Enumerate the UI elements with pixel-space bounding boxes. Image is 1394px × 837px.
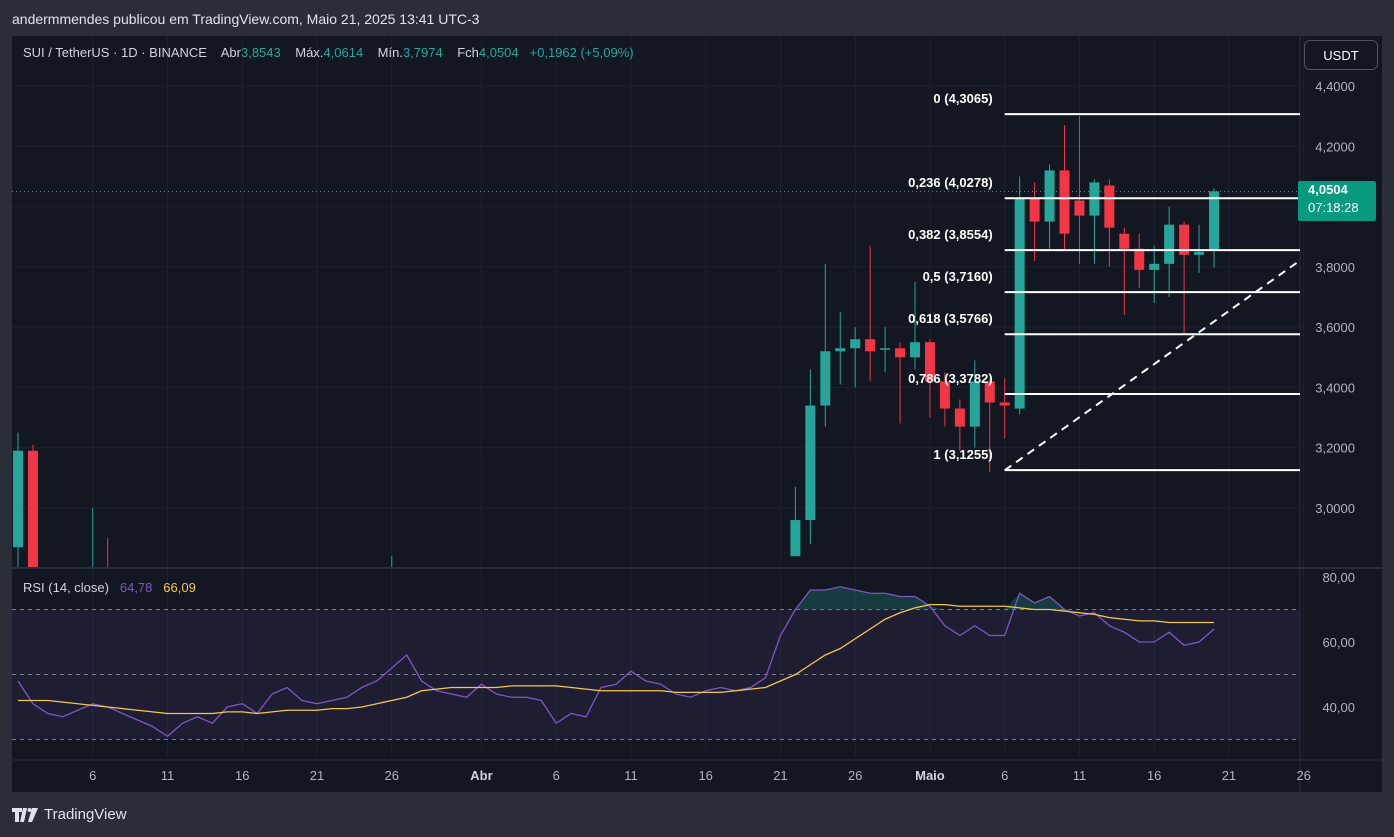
time-tick-label: 21	[773, 768, 787, 783]
candle-body[interactable]	[1194, 251, 1205, 255]
rsi-value: 64,78	[119, 580, 153, 595]
candle-body[interactable]	[895, 348, 906, 358]
time-tick-label: 26	[385, 768, 399, 783]
candle-body[interactable]	[1164, 224, 1175, 264]
rsi-legend: RSI (14, close) 64,78 66,09	[23, 580, 196, 595]
candle-body[interactable]	[790, 520, 801, 557]
fib-level-label: 1 (3,1255)	[933, 447, 992, 462]
time-tick-label: 11	[1073, 768, 1087, 783]
fib-level-label: 0,786 (3,3782)	[908, 371, 993, 386]
top-bar: andermmendes publicou em TradingView.com…	[0, 0, 1394, 36]
candle-body[interactable]	[880, 348, 891, 350]
change-value: +0,1962 (+5,09%)	[529, 45, 634, 60]
low-label: Mín.	[377, 45, 403, 60]
close-value: 4,0504	[478, 45, 519, 60]
price-pane: 0 (4,3065) 0,236 (4,0278) 0,382 (3,8554) 0,…	[12, 91, 1300, 569]
publisher-line: andermmendes publicou em TradingView.com…	[12, 11, 480, 27]
candle-body[interactable]	[13, 450, 23, 548]
price-tick-label: 3,0000	[1315, 501, 1355, 516]
time-tick-label: 6	[1001, 768, 1008, 783]
footer: TradingView	[0, 800, 1394, 837]
fib-level-label: 0 (4,3065)	[933, 91, 992, 106]
high-label: Máx.	[295, 45, 324, 60]
price-tick-label: 3,4000	[1315, 380, 1355, 395]
time-tick-label: 21	[1222, 768, 1236, 783]
price-tick-label: 4,2000	[1315, 139, 1355, 154]
candle-body[interactable]	[1059, 170, 1070, 234]
price-tick-label: 4,4000	[1315, 79, 1355, 94]
last-price-tag: 4,0504 07:18:28	[1298, 181, 1376, 221]
tradingview-logo[interactable]: TradingView	[12, 806, 127, 823]
candle-body[interactable]	[1014, 197, 1025, 409]
tradingview-icon	[12, 807, 38, 822]
candle-body[interactable]	[1209, 191, 1219, 251]
rsi-label[interactable]: RSI (14, close)	[23, 580, 109, 595]
low-value: 3,7974	[402, 45, 443, 60]
candle-body[interactable]	[1044, 170, 1055, 222]
time-tick-label: 6	[89, 768, 96, 783]
candle-body[interactable]	[1149, 263, 1160, 270]
time-tick-label: 16	[698, 768, 712, 783]
brand-name: TradingView	[44, 806, 127, 823]
time-tick-label: 11	[161, 768, 175, 783]
open-label: Abr	[220, 45, 241, 60]
candle-body[interactable]	[954, 408, 965, 427]
time-tick-label: Maio	[915, 768, 945, 783]
symbol-name[interactable]: SUI / TetherUS · 1D · BINANCE	[23, 45, 207, 60]
price-tick-label: 3,6000	[1315, 320, 1355, 335]
chart-canvas[interactable]: 0 (4,3065) 0,236 (4,0278) 0,382 (3,8554) 0,…	[12, 36, 1382, 792]
time-tick-label: 16	[1147, 768, 1161, 783]
close-label: Fch	[457, 45, 479, 60]
candle-body[interactable]	[27, 450, 38, 569]
fib-level-label: 0,5 (3,7160)	[923, 269, 993, 284]
candle-body[interactable]	[1119, 233, 1130, 249]
currency-button[interactable]: USDT	[1304, 40, 1378, 70]
candle-body[interactable]	[850, 339, 861, 349]
time-tick-label: 26	[848, 768, 862, 783]
fib-level-label: 0,236 (4,0278)	[908, 175, 993, 190]
candle-body[interactable]	[1134, 248, 1145, 270]
candle-body[interactable]	[1029, 197, 1040, 222]
time-tick-label: 11	[624, 768, 638, 783]
time-tick-label: Abr	[470, 768, 492, 783]
price-tick-label: 3,2000	[1315, 441, 1355, 456]
candle-body[interactable]	[865, 339, 876, 352]
candle-body[interactable]	[835, 348, 846, 352]
price-tick-label: 3,8000	[1315, 260, 1355, 275]
rsi-tick-label: 40,00	[1322, 700, 1355, 715]
symbol-legend: SUI / TetherUS · 1D · BINANCE Abr3,8543 …	[23, 45, 634, 60]
rsi-tick-label: 60,00	[1322, 635, 1355, 650]
high-value: 4,0614	[323, 45, 364, 60]
fib-level-label: 0,618 (3,5766)	[908, 311, 993, 326]
candle-body[interactable]	[999, 402, 1010, 406]
candle-body[interactable]	[969, 381, 980, 427]
open-value: 3,8543	[240, 45, 281, 60]
candle-body[interactable]	[820, 351, 831, 406]
candle-body[interactable]	[805, 405, 816, 521]
chart-container[interactable]: 0 (4,3065) 0,236 (4,0278) 0,382 (3,8554) 0,…	[12, 36, 1382, 792]
rsi-tick-label: 80,00	[1322, 570, 1355, 585]
rsi-ma-value: 66,09	[163, 580, 196, 595]
candle-countdown: 07:18:28	[1308, 200, 1359, 215]
time-tick-label: 6	[553, 768, 560, 783]
candle-body[interactable]	[910, 342, 920, 358]
candle-body[interactable]	[1104, 185, 1115, 228]
time-tick-label: 26	[1296, 768, 1310, 783]
last-price: 4,0504	[1308, 182, 1348, 197]
time-tick-label: 21	[310, 768, 324, 783]
time-tick-label: 16	[235, 768, 249, 783]
fib-level-label: 0,382 (3,8554)	[908, 227, 993, 242]
rsi-overbought-fill	[18, 586, 1214, 610]
candle-body[interactable]	[1074, 200, 1085, 216]
